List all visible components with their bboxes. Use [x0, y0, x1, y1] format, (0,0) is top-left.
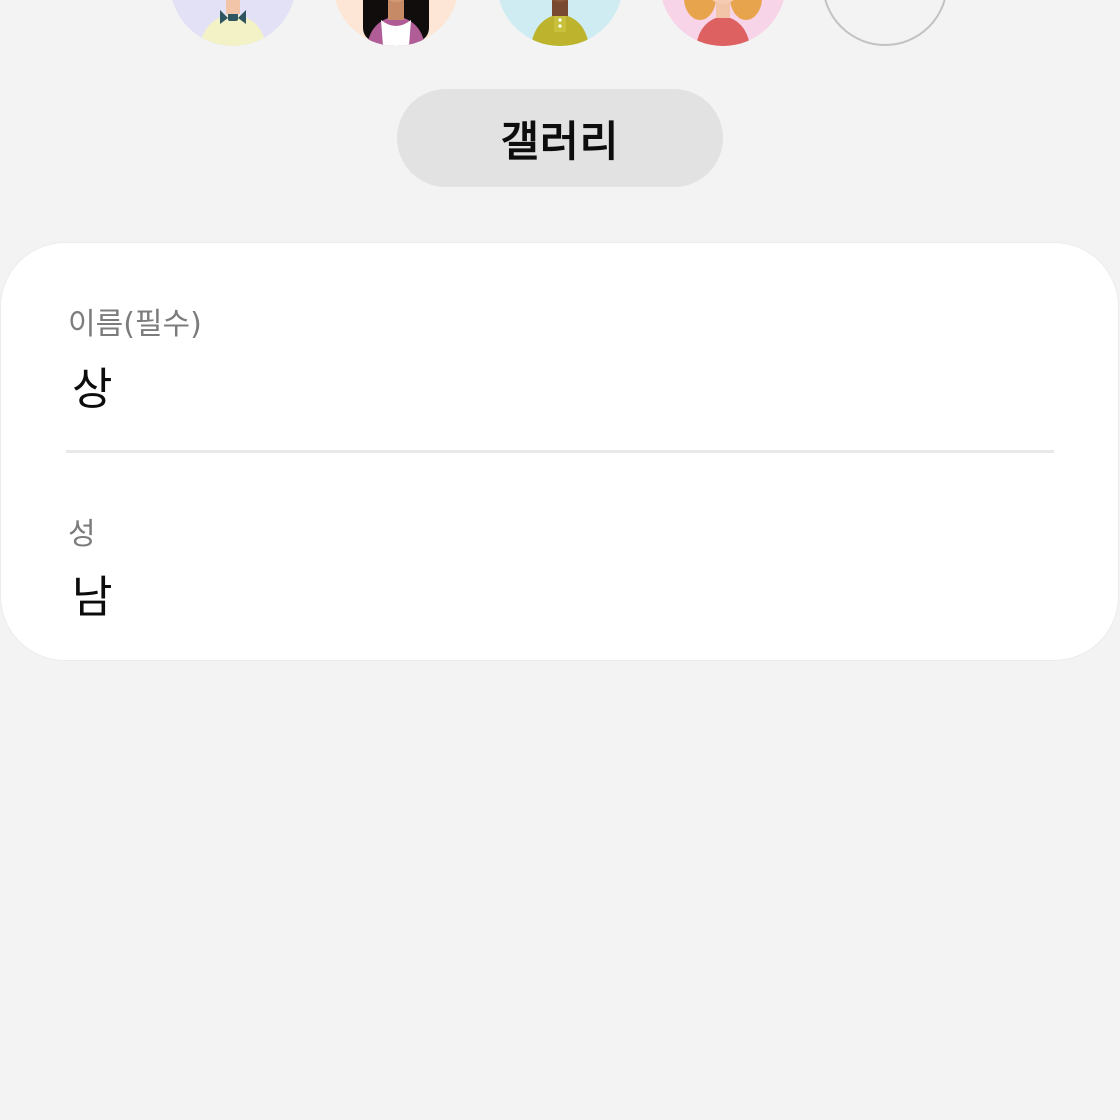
last-name-value[interactable]: 남: [72, 561, 112, 625]
first-name-value[interactable]: 상: [72, 353, 112, 417]
avatar-option-4[interactable]: [660, 0, 786, 46]
avatar-option-3[interactable]: [497, 0, 623, 46]
gallery-button[interactable]: 갤러리: [397, 89, 723, 187]
first-name-field[interactable]: 이름(필수) 상: [68, 299, 1052, 449]
avatar-boy-icon: [170, 0, 296, 46]
avatar-girl-icon: [333, 0, 459, 46]
last-name-field[interactable]: 성 남: [68, 509, 1052, 649]
avatar-row: [0, 0, 1120, 50]
avatar-option-2[interactable]: [333, 0, 459, 46]
name-card: 이름(필수) 상 성 남: [1, 243, 1118, 660]
field-divider: [66, 450, 1054, 453]
avatar-girl-icon: [660, 0, 786, 46]
first-name-label: 이름(필수): [68, 307, 202, 342]
avatar-option-1[interactable]: [170, 0, 296, 46]
last-name-label: 성: [68, 517, 96, 552]
avatar-boy-icon: [497, 0, 623, 46]
avatar-option-empty[interactable]: [822, 0, 948, 46]
